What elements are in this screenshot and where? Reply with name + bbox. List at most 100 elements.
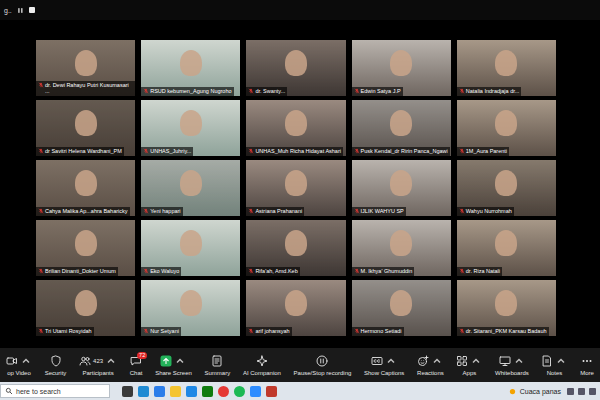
participant-tile[interactable]: IJLIK WAHYU SP — [352, 160, 451, 216]
icon-row — [256, 355, 268, 368]
icon-row — [371, 355, 397, 368]
participant-video — [495, 170, 517, 196]
toolbar-button[interactable]: AI Companion — [241, 355, 283, 376]
participant-video — [390, 50, 412, 76]
participant-tile[interactable]: Brilian Dinanti_Dokter Umum — [36, 220, 135, 276]
participant-tile[interactable]: Hermono Setiadi — [352, 280, 451, 336]
icon-row — [160, 355, 186, 368]
muted-mic-icon — [354, 208, 360, 214]
participant-tile[interactable]: arif johansyah — [246, 280, 345, 336]
search-icon — [5, 387, 13, 395]
store-icon[interactable] — [154, 386, 165, 397]
participant-name: arif johansyah — [255, 328, 289, 335]
participant-tile[interactable]: Edwin Satya J.P — [352, 40, 451, 96]
folder-icon[interactable] — [170, 386, 181, 397]
participant-tile[interactable]: Pusk Kendal_dr Ririn Panca_Ngawi — [352, 100, 451, 156]
volume-icon[interactable] — [589, 388, 596, 395]
participant-name: Astriana Prahanani — [255, 208, 302, 215]
toolbar-button[interactable]: Show Captions — [362, 355, 406, 376]
toolbar-button[interactable]: Whiteboards — [493, 355, 531, 376]
name-label: Wahyu Nurrohmah — [457, 207, 514, 216]
pause-record-icon — [316, 355, 328, 367]
zoom-icon[interactable] — [250, 386, 261, 397]
muted-mic-icon — [38, 148, 44, 154]
muted-mic-icon — [143, 328, 149, 334]
participant-video — [75, 170, 97, 196]
participant-tile[interactable]: Eko Waluyo — [141, 220, 240, 276]
search-box[interactable]: here to search — [0, 384, 110, 398]
square-icon — [29, 7, 35, 13]
name-label: dr. Riza Natali — [457, 267, 502, 276]
tray-up-icon[interactable] — [567, 388, 574, 395]
participant-tile[interactable]: dr. Swanty... — [246, 40, 345, 96]
toolbar-label: Chat — [130, 370, 143, 376]
spotify-icon[interactable] — [234, 386, 245, 397]
participant-tile[interactable]: dr. Dewi Rahayu Putri Kusumasari ... — [36, 40, 135, 96]
participant-tile[interactable]: Rifa'ah, Amd.Keb — [246, 220, 345, 276]
toolbar-button[interactable]: Apps — [454, 355, 484, 376]
task-view-icon[interactable] — [122, 386, 133, 397]
participant-video — [285, 50, 307, 76]
toolbar-label: More — [580, 370, 594, 376]
toolbar-button[interactable]: 72 Chat — [128, 355, 145, 376]
meeting-toolbar: op Video Security 423Participants 72 Chat Sha… — [0, 348, 600, 382]
toolbar-button[interactable]: More — [578, 355, 596, 376]
icon-row — [541, 355, 567, 368]
name-label: 1M_Aura Parenti — [457, 147, 509, 156]
toolbar-label: Whiteboards — [495, 370, 529, 376]
toolbar-label: Security — [45, 370, 67, 376]
toolbar-button[interactable]: op Video — [4, 355, 34, 376]
participant-tile[interactable]: UNHAS_Muh Richa Hidayat Ashari — [246, 100, 345, 156]
participant-tile[interactable]: 1M_Aura Parenti — [457, 100, 556, 156]
unread-badge: 72 — [137, 352, 147, 360]
name-label: UNHAS_Juhriy... — [141, 147, 193, 156]
participant-tile[interactable]: Wahyu Nurrohmah — [457, 160, 556, 216]
participant-tile[interactable]: dr. Riza Natali — [457, 220, 556, 276]
weather-widget[interactable]: Cuaca panas — [508, 387, 561, 396]
participant-tile[interactable]: dr Savitri Helena Wardhani_PM — [36, 100, 135, 156]
mail-icon[interactable] — [186, 386, 197, 397]
toolbar-label: Apps — [463, 370, 477, 376]
participant-tile[interactable]: Cahya Malika Ap...ahra Baharicky — [36, 160, 135, 216]
chrome-icon[interactable] — [218, 386, 229, 397]
toolbar-button[interactable]: Pause/Stop recording — [292, 355, 354, 376]
toolbar-label: Summary — [205, 370, 231, 376]
participant-tile[interactable]: dr. Sitarani_PKM Karsau Badauh — [457, 280, 556, 336]
toolbar-button[interactable]: Notes — [539, 355, 569, 376]
toolbar-button[interactable]: 423Participants — [77, 355, 119, 376]
participant-tile[interactable]: Natalia Indradjaja dr... — [457, 40, 556, 96]
participant-tile[interactable]: Tri Utami Rosyidah — [36, 280, 135, 336]
name-label: Natalia Indradjaja dr... — [457, 87, 522, 96]
participant-video — [285, 290, 307, 316]
participant-video — [285, 110, 307, 136]
network-icon[interactable] — [578, 388, 585, 395]
name-label: Hermono Setiadi — [352, 327, 404, 336]
toolbar-button[interactable]: Security — [43, 355, 69, 376]
participant-tile[interactable]: RSUD kebumen_Agung Nugroho — [141, 40, 240, 96]
weather-text: Cuaca panas — [520, 388, 561, 395]
edge-icon[interactable] — [138, 386, 149, 397]
excel-icon[interactable] — [202, 386, 213, 397]
media-icon[interactable] — [266, 386, 277, 397]
toolbar-button[interactable]: Share Screen — [153, 355, 194, 376]
muted-mic-icon — [354, 268, 360, 274]
participant-tile[interactable]: UNHAS_Juhriy... — [141, 100, 240, 156]
name-label: Astriana Prahanani — [246, 207, 304, 216]
toolbar-label: Reactions — [417, 370, 444, 376]
toolbar-label: Share Screen — [155, 370, 192, 376]
caret-icon — [470, 355, 482, 367]
participant-name: dr. Riza Natali — [466, 268, 500, 275]
participant-tile[interactable]: M. Ikhya' Ghumuddin — [352, 220, 451, 276]
toolbar-button[interactable]: Reactions — [415, 355, 446, 376]
icon-row — [50, 355, 62, 368]
participant-tile[interactable]: Nur Setyani — [141, 280, 240, 336]
participant-name: Edwin Satya J.P — [361, 88, 401, 95]
participant-tile[interactable]: Yeni happari — [141, 160, 240, 216]
participant-video — [390, 170, 412, 196]
toolbar-button[interactable]: Summary — [203, 355, 233, 376]
participant-name: Brilian Dinanti_Dokter Umum — [45, 268, 116, 275]
caret-icon — [513, 355, 525, 367]
participant-tile[interactable]: Astriana Prahanani — [246, 160, 345, 216]
muted-mic-icon — [248, 88, 254, 94]
muted-mic-icon — [38, 328, 44, 334]
